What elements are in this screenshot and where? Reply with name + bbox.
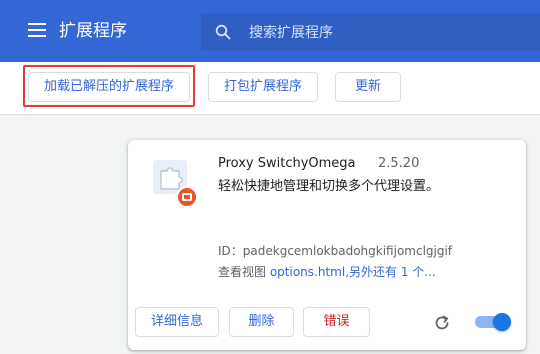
more-views-link[interactable]: ,另外还有 1 个... [345, 265, 436, 279]
details-button[interactable]: 详细信息 [135, 307, 219, 337]
inspect-views-label: 查看视图 [218, 265, 270, 279]
extension-id: ID：padekgcemlokbadohgkifijomclgjgif [218, 244, 453, 258]
top-bar: 扩展程序 [0, 0, 540, 62]
page-title: 扩展程序 [59, 21, 127, 41]
load-unpacked-button[interactable]: 加载已解压的扩展程序 [28, 72, 190, 102]
enable-toggle[interactable] [475, 313, 511, 331]
developer-toolbar: 加载已解压的扩展程序 打包扩展程序 更新 [0, 62, 540, 115]
hamburger-menu-icon[interactable] [28, 23, 46, 37]
extension-description: 轻松快捷地管理和切换多个代理设置。 [218, 179, 440, 194]
record-badge-icon [176, 186, 198, 208]
options-page-link[interactable]: options.html [270, 265, 345, 279]
toggle-knob [493, 313, 511, 331]
search-icon [215, 24, 231, 40]
extension-name: Proxy SwitchyOmega [218, 156, 356, 171]
search-box[interactable] [201, 13, 540, 51]
extension-version: 2.5.20 [378, 156, 420, 171]
inspect-views: 查看视图 options.html,另外还有 1 个... [218, 264, 436, 280]
errors-button[interactable]: 错误 [303, 307, 370, 337]
update-button[interactable]: 更新 [335, 72, 401, 102]
remove-button[interactable]: 删除 [229, 307, 294, 337]
pack-extension-button[interactable]: 打包扩展程序 [208, 72, 318, 102]
search-input[interactable] [247, 22, 531, 44]
extension-card: Proxy SwitchyOmega 2.5.20 轻松快捷地管理和切换多个代理… [128, 140, 526, 350]
reload-icon[interactable] [433, 314, 451, 332]
